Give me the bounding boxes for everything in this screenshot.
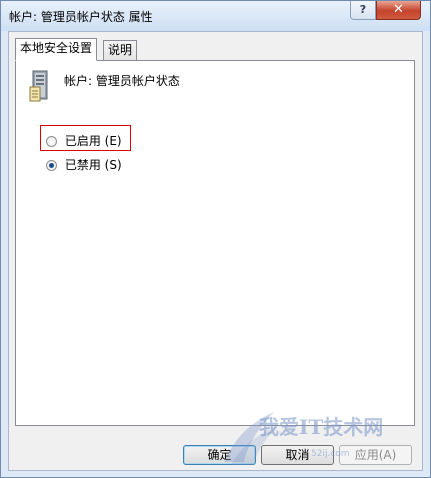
tab-panel: 帐户: 管理员帐户状态 已启用 (E) 已禁用 (S) xyxy=(15,60,415,426)
dialog-body: 本地安全设置 说明 帐户: 管理员帐户状态 已启用 (E) 已禁用 (S) 确定… xyxy=(8,31,423,471)
properties-dialog: 帐户: 管理员帐户状态 属性 ? ✕ 本地安全设置 说明 帐户: 管理员帐户状态… xyxy=(0,0,431,478)
help-button[interactable]: ? xyxy=(350,1,376,20)
policy-name: 帐户: 管理员帐户状态 xyxy=(64,74,180,88)
cancel-button[interactable]: 取消 xyxy=(261,445,334,465)
radio-disabled[interactable]: 已禁用 (S) xyxy=(46,156,122,172)
apply-button[interactable]: 应用(A) xyxy=(339,445,412,465)
tab-local-security-setting[interactable]: 本地安全设置 xyxy=(15,38,98,61)
radio-enabled-label[interactable]: 已启用 (E) xyxy=(65,134,122,148)
question-icon: ? xyxy=(359,3,367,16)
radio-button-icon[interactable] xyxy=(46,136,57,147)
tab-label: 说明 xyxy=(108,43,133,57)
radio-enabled[interactable]: 已启用 (E) xyxy=(46,132,122,148)
ok-button[interactable]: 确定 xyxy=(183,445,256,465)
close-button[interactable]: ✕ xyxy=(376,1,421,20)
window-title: 帐户: 管理员帐户状态 属性 xyxy=(9,10,153,24)
radio-button-checked-icon[interactable] xyxy=(46,160,57,171)
radio-disabled-label[interactable]: 已禁用 (S) xyxy=(65,158,122,172)
tab-label: 本地安全设置 xyxy=(20,41,93,55)
close-icon: ✕ xyxy=(393,2,404,17)
title-bar[interactable]: 帐户: 管理员帐户状态 属性 ? ✕ xyxy=(1,1,430,31)
tab-explain[interactable]: 说明 xyxy=(103,40,138,60)
server-icon xyxy=(29,70,48,102)
